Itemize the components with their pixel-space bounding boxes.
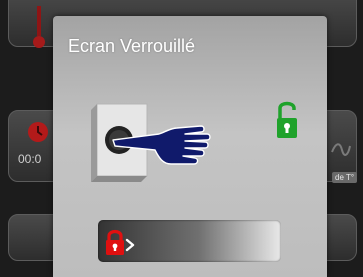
unlock-slider[interactable] bbox=[98, 220, 281, 262]
dialog-title: Ecran Verrouillé bbox=[68, 36, 196, 56]
thermometer-icon bbox=[33, 6, 45, 48]
lock-screen-dialog: Ecran Verrouillé bbox=[53, 16, 327, 277]
open-padlock-icon bbox=[277, 101, 297, 138]
press-button-illustration bbox=[91, 103, 211, 182]
locked-padlock-arrow-icon[interactable] bbox=[104, 228, 138, 256]
background-wave-icon bbox=[331, 143, 351, 156]
background-timer-text: 00:0 bbox=[18, 152, 42, 166]
background-mode-label: de T° bbox=[332, 172, 358, 183]
alarm-clock-icon bbox=[28, 122, 48, 142]
